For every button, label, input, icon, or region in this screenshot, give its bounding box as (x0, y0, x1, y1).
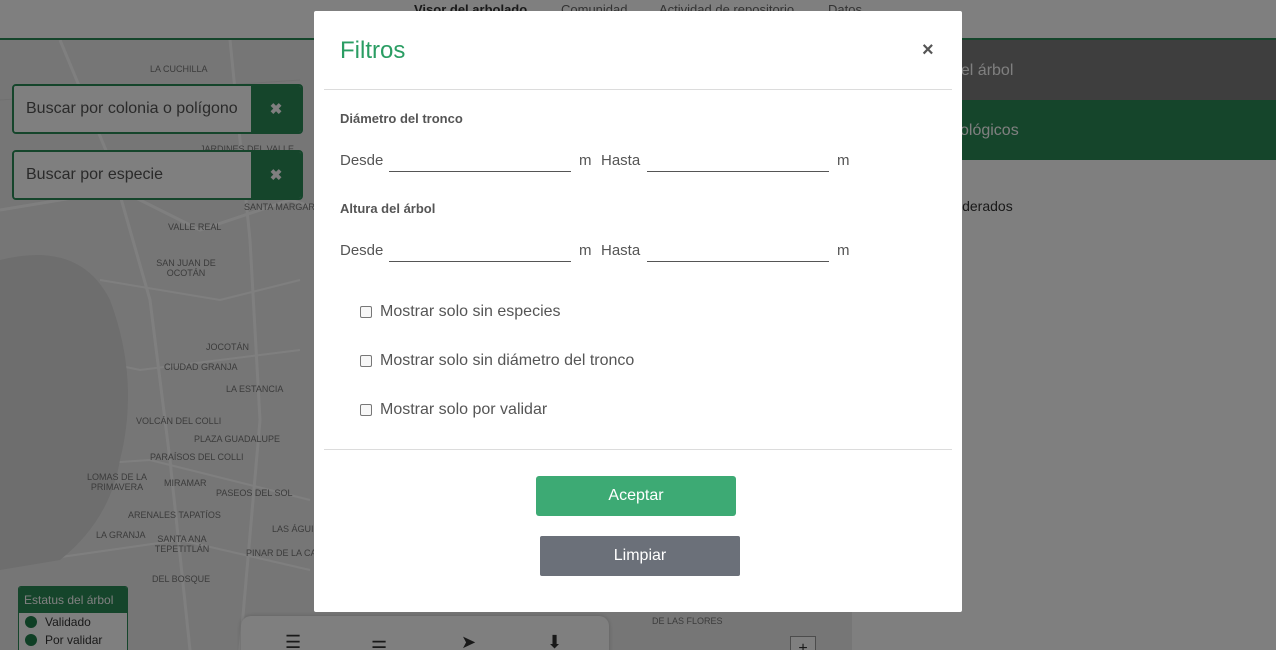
filters-modal: Filtros × Diámetro del tronco Desde m Ha… (314, 11, 962, 612)
clear-button[interactable]: Limpiar (540, 536, 740, 576)
checkbox-label: Mostrar solo sin especies (380, 303, 561, 320)
tree-height-label: Altura del árbol (340, 201, 436, 216)
unit-label: m (579, 242, 592, 259)
to-label: Hasta (601, 152, 641, 169)
modal-title: Filtros (340, 37, 406, 64)
trunk-diameter-range: Desde m Hasta m (340, 146, 900, 176)
trunk-to-input[interactable] (647, 146, 829, 172)
unit-label: m (837, 242, 850, 259)
to-label: Hasta (601, 242, 641, 259)
checkbox-label: Mostrar solo por validar (380, 401, 548, 418)
from-label: Desde (340, 242, 384, 259)
height-to-input[interactable] (647, 236, 829, 262)
divider (324, 449, 952, 450)
close-icon[interactable]: × (922, 39, 934, 62)
checkbox-pending-validation[interactable]: Mostrar solo por validar (360, 401, 547, 419)
tree-height-range: Desde m Hasta m (340, 236, 900, 266)
trunk-from-input[interactable] (389, 146, 571, 172)
from-label: Desde (340, 152, 384, 169)
checkbox-icon[interactable] (360, 306, 372, 318)
unit-label: m (579, 152, 592, 169)
height-from-input[interactable] (389, 236, 571, 262)
checkbox-icon[interactable] (360, 404, 372, 416)
checkbox-without-species[interactable]: Mostrar solo sin especies (360, 303, 561, 321)
checkbox-without-trunk-diameter[interactable]: Mostrar solo sin diámetro del tronco (360, 352, 634, 370)
accept-button[interactable]: Aceptar (536, 476, 736, 516)
checkbox-icon[interactable] (360, 355, 372, 367)
checkbox-label: Mostrar solo sin diámetro del tronco (380, 352, 635, 369)
divider (324, 89, 952, 90)
unit-label: m (837, 152, 850, 169)
trunk-diameter-label: Diámetro del tronco (340, 111, 463, 126)
